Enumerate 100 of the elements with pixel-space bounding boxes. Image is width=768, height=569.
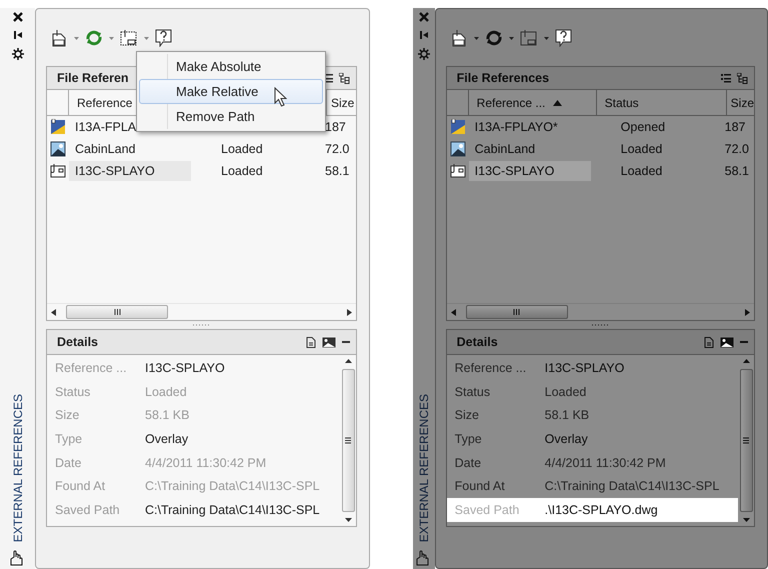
property-value: Overlay	[544, 432, 588, 446]
landscape-image-icon	[450, 141, 466, 157]
menu-item[interactable]: Make Absolute	[139, 54, 323, 79]
close-icon[interactable]	[12, 12, 22, 22]
image-preview-icon[interactable]	[322, 336, 336, 348]
drawing-sheet-icon	[50, 119, 66, 135]
property-label: Status	[55, 384, 92, 399]
scroll-up-icon[interactable]	[344, 359, 352, 363]
detail-row[interactable]: Type Overlay	[446, 427, 738, 451]
column-header[interactable]: Reference	[77, 96, 132, 110]
property-label: Date	[55, 456, 82, 470]
tree-view-icon[interactable]	[339, 72, 350, 84]
attach-drawing-icon[interactable]	[452, 29, 468, 47]
property-label: Reference ...	[454, 360, 528, 375]
property-label: Saved Path	[454, 502, 520, 517]
document-icon[interactable]	[306, 336, 316, 348]
size-cell: 72.0	[325, 142, 350, 156]
change-path-icon[interactable]	[120, 29, 138, 47]
scroll-up-icon[interactable]	[742, 359, 750, 363]
panel-title: Details	[57, 335, 99, 349]
status-cell: Loaded	[620, 142, 662, 156]
property-value: 58.1 KB	[145, 408, 190, 422]
scroll-left-icon[interactable]	[450, 308, 456, 316]
hand-icon[interactable]	[10, 550, 26, 566]
size-cell: 58.1	[325, 164, 350, 178]
refresh-icon[interactable]	[484, 30, 503, 46]
landscape-image-icon	[50, 141, 66, 157]
column-header[interactable]: Size	[331, 96, 354, 110]
scroll-left-icon[interactable]	[51, 308, 56, 316]
detail-row[interactable]: Saved Path C:\Training Data\C14\I13C-SPL	[47, 498, 340, 522]
reference-name[interactable]: CabinLand	[474, 142, 536, 156]
property-value: 58.1 KB	[544, 408, 590, 422]
detail-row[interactable]: Date 4/4/2011 11:30:42 PM	[446, 450, 738, 474]
detail-row[interactable]: Status Loaded	[446, 380, 738, 404]
help-icon[interactable]	[554, 29, 572, 47]
property-label: Type	[454, 432, 483, 446]
property-value: I13C-SPLAYO	[544, 360, 624, 375]
drawing-sheet-icon	[450, 119, 466, 135]
palette-title: EXTERNAL REFERENCES	[416, 394, 431, 542]
mouse-pointer-icon	[274, 87, 287, 107]
detail-row[interactable]: Reference ... I13C-SPLAYO	[47, 356, 340, 380]
detail-row[interactable]: Saved Path .\I13C-SPLAYO.dwg	[446, 498, 738, 522]
menu-item[interactable]: Remove Path	[139, 104, 323, 129]
panel-title: Details	[456, 335, 499, 349]
status-cell: Loaded	[221, 142, 263, 156]
refresh-icon[interactable]	[85, 30, 103, 46]
menu-item[interactable]: Make Relative	[139, 79, 323, 104]
status-cell: Opened	[620, 120, 666, 134]
property-value: C:\Training Data\C14\I13C-SPL	[145, 502, 320, 517]
property-value: I13C-SPLAYO	[145, 360, 225, 375]
panel-title: File References	[456, 71, 550, 85]
dropdown-caret-icon[interactable]	[544, 36, 549, 40]
property-value: .\I13C-SPLAYO.dwg	[544, 502, 658, 517]
scroll-down-icon[interactable]	[742, 518, 750, 522]
dropdown-caret-icon[interactable]	[508, 36, 514, 40]
scroll-right-icon[interactable]	[347, 308, 352, 316]
drawing-file-icon	[50, 163, 66, 179]
reference-name[interactable]: I13A-FPLAYO*	[474, 120, 558, 134]
property-value: Loaded	[544, 384, 586, 399]
grip-icon	[513, 309, 520, 315]
status-cell: Loaded	[221, 164, 263, 178]
tree-view-icon[interactable]	[737, 72, 748, 84]
pin-icon[interactable]	[12, 30, 22, 40]
collapse-icon[interactable]	[342, 338, 350, 346]
property-value: C:\Training Data\C14\I13C-SPL	[544, 479, 720, 494]
scroll-right-icon[interactable]	[745, 308, 750, 316]
property-value: 4/4/2011 11:30:42 PM	[544, 456, 666, 470]
property-label: Status	[454, 384, 492, 399]
column-header[interactable]: Size	[730, 96, 754, 110]
collapse-icon[interactable]	[740, 338, 748, 346]
column-header[interactable]: Reference ...	[476, 96, 546, 110]
detail-row[interactable]: Reference ... I13C-SPLAYO	[446, 356, 738, 380]
size-cell: 187	[325, 120, 346, 134]
image-preview-icon[interactable]	[720, 336, 734, 348]
size-cell: 58.1	[724, 164, 749, 178]
dropdown-caret-icon[interactable]	[74, 36, 79, 40]
detail-row[interactable]: Type Overlay	[47, 427, 340, 451]
dropdown-caret-icon[interactable]	[109, 36, 114, 40]
dropdown-caret-icon[interactable]	[474, 36, 479, 40]
horizontal-scrollbar[interactable]	[446, 303, 754, 320]
scroll-down-icon[interactable]	[344, 518, 352, 522]
detail-row[interactable]: Found At C:\Training Data\C14\I13C-SPL	[446, 474, 738, 498]
attach-drawing-icon[interactable]	[52, 29, 68, 47]
property-label: Found At	[454, 479, 506, 494]
document-icon[interactable]	[704, 336, 714, 348]
status-cell: Loaded	[620, 164, 662, 178]
property-label: Reference ...	[55, 360, 128, 375]
dropdown-caret-icon[interactable]	[144, 36, 149, 40]
grip-icon	[345, 436, 351, 444]
column-header[interactable]: Status	[604, 96, 639, 110]
help-icon[interactable]	[155, 29, 172, 47]
reference-name[interactable]: CabinLand	[75, 142, 136, 156]
property-value: Overlay	[145, 432, 188, 446]
size-cell: 187	[724, 120, 746, 134]
property-value: 4/4/2011 11:30:42 PM	[145, 456, 266, 470]
detail-row[interactable]: Size 58.1 KB	[446, 403, 738, 428]
property-label: Date	[454, 456, 482, 470]
settings-icon[interactable]	[12, 48, 24, 60]
grip-icon	[114, 309, 120, 315]
reference-name[interactable]: I13A-FPLA	[75, 120, 136, 134]
